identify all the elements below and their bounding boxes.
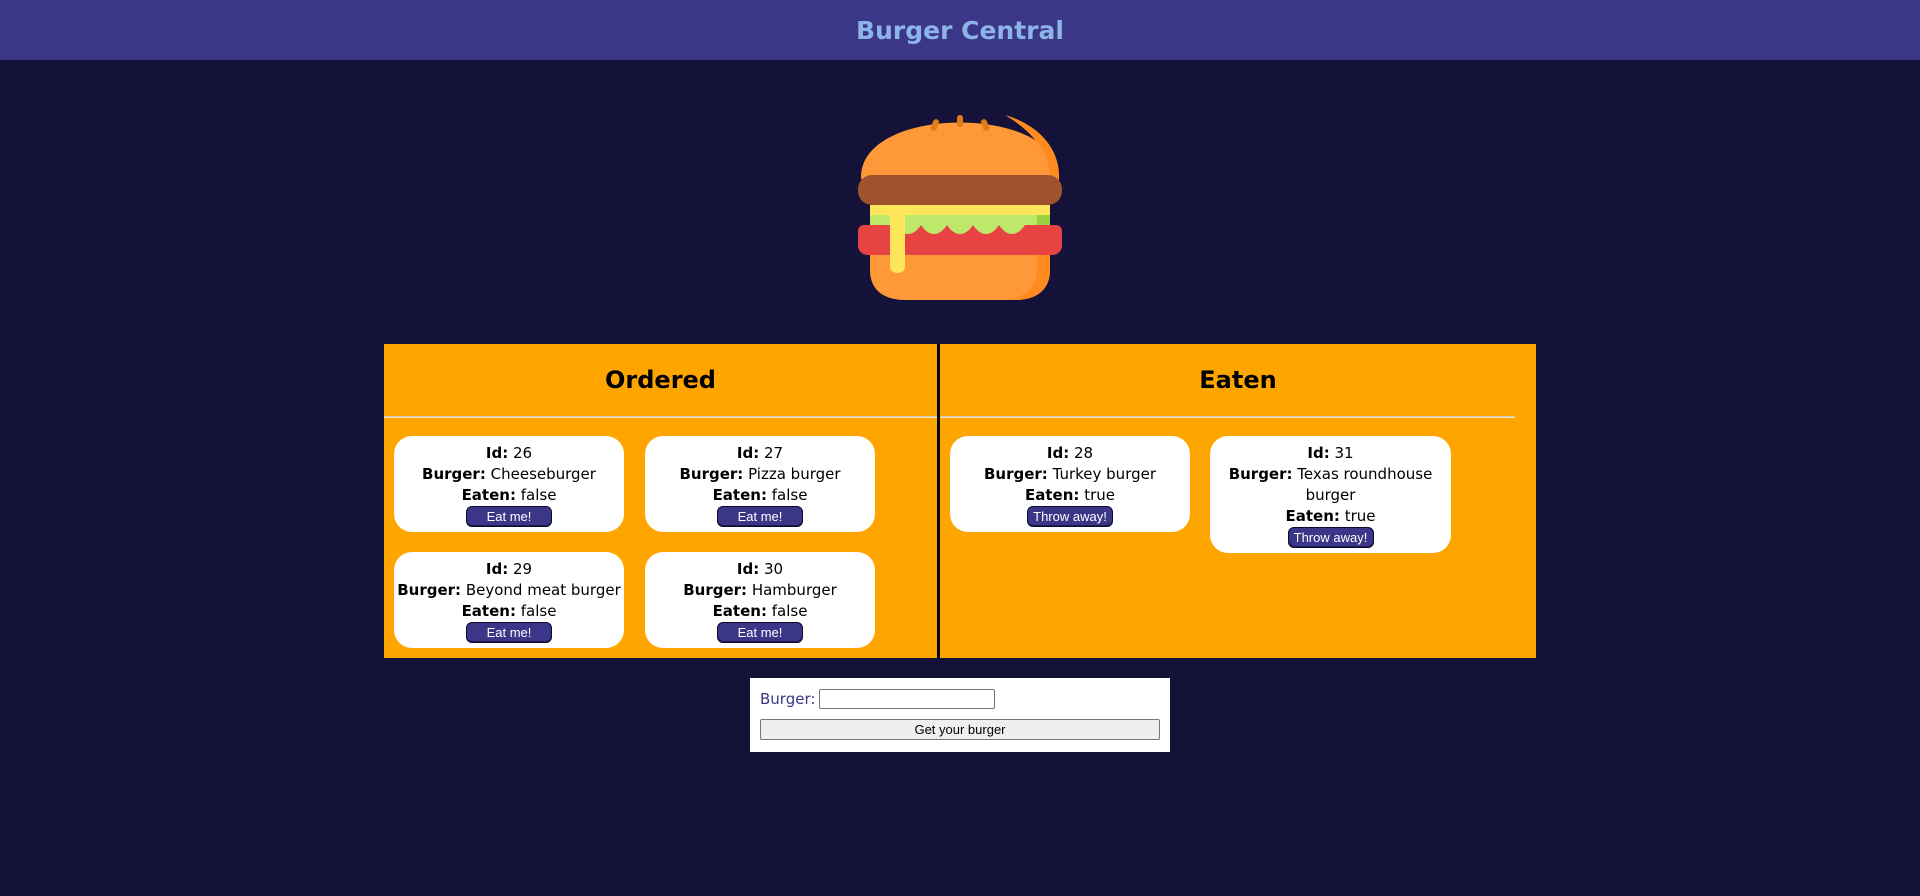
burger-label: Burger: bbox=[422, 465, 486, 483]
navbar: Burger Central bbox=[0, 0, 1920, 60]
eaten-value: false bbox=[771, 486, 808, 504]
burger-name: Pizza burger bbox=[748, 465, 841, 483]
eaten-label: Eaten: bbox=[1025, 486, 1080, 504]
burger-icon bbox=[855, 95, 1065, 305]
ordered-divider bbox=[384, 416, 937, 418]
ordered-title: Ordered bbox=[605, 366, 716, 394]
burger-board: Ordered Id: 26 Burger: Cheeseburger Eate… bbox=[384, 344, 1536, 658]
eaten-divider bbox=[940, 416, 1515, 418]
id-label: Id: bbox=[736, 444, 760, 462]
burger-name: Turkey burger bbox=[1052, 465, 1157, 483]
eaten-title: Eaten bbox=[1199, 366, 1277, 394]
eaten-column: Eaten Id: 28 Burger: Turkey burger Eaten… bbox=[940, 344, 1536, 658]
burger-id: 27 bbox=[764, 444, 784, 462]
ordered-column: Ordered Id: 26 Burger: Cheeseburger Eate… bbox=[384, 344, 940, 658]
burger-label: Burger: bbox=[397, 581, 462, 599]
burger-name: Texas roundhouse burger bbox=[1297, 465, 1433, 504]
eaten-value: true bbox=[1084, 486, 1115, 504]
eaten-label: Eaten: bbox=[1285, 507, 1340, 525]
eaten-value: false bbox=[520, 486, 557, 504]
id-label: Id: bbox=[1046, 444, 1070, 462]
burger-label: Burger: bbox=[1228, 465, 1293, 483]
burger-id: 31 bbox=[1334, 444, 1354, 462]
burger-label: Burger: bbox=[679, 465, 744, 483]
burger-card-28: Id: 28 Burger: Turkey burger Eaten: true… bbox=[950, 436, 1190, 532]
eaten-label: Eaten: bbox=[461, 602, 516, 620]
eaten-value: false bbox=[520, 602, 557, 620]
throw-away-button[interactable]: Throw away! bbox=[1287, 527, 1374, 548]
id-label: Id: bbox=[1307, 444, 1330, 462]
burger-name: Cheeseburger bbox=[490, 465, 596, 483]
eaten-value: true bbox=[1344, 507, 1376, 525]
burger-id: 29 bbox=[513, 560, 533, 578]
burger-label: Burger: bbox=[983, 465, 1048, 483]
eaten-label: Eaten: bbox=[712, 486, 767, 504]
id-label: Id: bbox=[736, 560, 760, 578]
burger-id: 26 bbox=[513, 444, 533, 462]
id-label: Id: bbox=[485, 444, 509, 462]
eat-button[interactable]: Eat me! bbox=[466, 622, 552, 643]
burger-card-30: Id: 30 Burger: Hamburger Eaten: false Ea… bbox=[645, 552, 875, 648]
throw-away-button[interactable]: Throw away! bbox=[1027, 506, 1113, 527]
burger-input[interactable] bbox=[819, 689, 996, 709]
app-title: Burger Central bbox=[856, 15, 1064, 45]
burger-input-label: Burger: bbox=[760, 690, 816, 708]
burger-name: Hamburger bbox=[751, 581, 837, 599]
eaten-label: Eaten: bbox=[712, 602, 767, 620]
eat-button[interactable]: Eat me! bbox=[466, 506, 552, 527]
eaten-label: Eaten: bbox=[461, 486, 516, 504]
burger-card-26: Id: 26 Burger: Cheeseburger Eaten: false… bbox=[394, 436, 624, 532]
burger-id: 30 bbox=[764, 560, 784, 578]
eat-button[interactable]: Eat me! bbox=[717, 622, 803, 643]
burger-card-31: Id: 31 Burger: Texas roundhouse burger E… bbox=[1210, 436, 1451, 553]
eat-button[interactable]: Eat me! bbox=[717, 506, 803, 527]
burger-label: Burger: bbox=[683, 581, 748, 599]
order-form: Burger: Get your burger bbox=[750, 678, 1170, 752]
burger-card-27: Id: 27 Burger: Pizza burger Eaten: false… bbox=[645, 436, 875, 532]
burger-name: Beyond meat burger bbox=[465, 581, 621, 599]
id-label: Id: bbox=[485, 560, 509, 578]
burger-card-29: Id: 29 Burger: Beyond meat burger Eaten:… bbox=[394, 552, 624, 648]
burger-id: 28 bbox=[1074, 444, 1094, 462]
eaten-value: false bbox=[771, 602, 808, 620]
get-burger-button[interactable]: Get your burger bbox=[760, 719, 1160, 740]
